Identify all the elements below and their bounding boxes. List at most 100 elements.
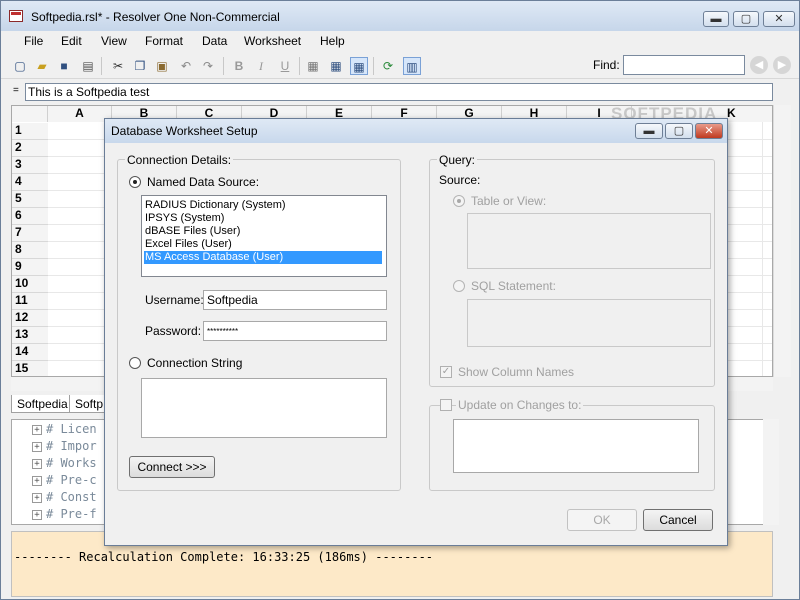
data-source-item[interactable]: IPSYS (System)	[144, 212, 382, 225]
update-on-changes-input[interactable]	[453, 419, 699, 473]
table-view-box[interactable]	[467, 213, 711, 269]
find-previous-icon[interactable]: ◀	[750, 56, 768, 74]
app-icon	[9, 10, 23, 22]
chart-icon[interactable]: ▥	[403, 57, 421, 75]
cut-icon[interactable]: ✂	[109, 57, 127, 75]
formula-input[interactable]	[25, 83, 773, 101]
expand-icon[interactable]: +	[32, 510, 42, 520]
redo-icon[interactable]: ↷	[199, 57, 217, 75]
dialog-title: Database Worksheet Setup	[111, 124, 258, 138]
toolbar-separator	[101, 57, 102, 75]
row-header[interactable]: 10	[12, 276, 48, 293]
row-header[interactable]: 6	[12, 208, 48, 225]
maximize-button[interactable]: ▢	[733, 11, 759, 27]
connection-string-input[interactable]	[141, 378, 387, 438]
bold-icon[interactable]: B	[230, 57, 248, 75]
data-source-item[interactable]: dBASE Files (User)	[144, 225, 382, 238]
row-header[interactable]: 3	[12, 157, 48, 174]
grid-icon[interactable]: ▦	[304, 57, 322, 75]
menu-file[interactable]: File	[24, 34, 43, 48]
expand-icon[interactable]: +	[32, 425, 42, 435]
find-label: Find:	[593, 58, 620, 72]
row-header[interactable]: 9	[12, 259, 48, 276]
row-header[interactable]: 13	[12, 327, 48, 344]
data-source-item[interactable]: Excel Files (User)	[144, 238, 382, 251]
underline-icon[interactable]: U	[276, 57, 294, 75]
paste-icon[interactable]: ▣	[153, 57, 171, 75]
column-header[interactable]: A	[48, 106, 112, 122]
menu-format[interactable]: Format	[145, 34, 183, 48]
output-text: -------- Recalculation Complete: 16:33:2…	[14, 550, 434, 564]
ok-button[interactable]: OK	[567, 509, 637, 531]
expand-icon[interactable]: +	[32, 442, 42, 452]
menu-edit[interactable]: Edit	[61, 34, 82, 48]
dialog-title-bar: Database Worksheet Setup ▬ ▢ ✕	[105, 119, 727, 143]
print-icon[interactable]: ▤	[79, 57, 97, 75]
show-column-names-checkbox[interactable]: ✓	[440, 366, 452, 378]
query-label: Query:	[437, 153, 478, 167]
find-input[interactable]	[623, 55, 745, 75]
close-button[interactable]: ✕	[763, 11, 795, 27]
connection-details-label: Connection Details:	[125, 153, 234, 167]
row-header[interactable]: 1	[12, 123, 48, 140]
dialog-minimize-button[interactable]: ▬	[635, 123, 663, 139]
code-line: # Pre-f	[46, 507, 97, 521]
username-input[interactable]	[203, 290, 387, 310]
expand-icon[interactable]: +	[32, 476, 42, 486]
table-icon[interactable]: ▦	[327, 57, 345, 75]
menu-worksheet[interactable]: Worksheet	[244, 34, 301, 48]
sql-statement-input[interactable]	[467, 299, 711, 347]
row-header[interactable]: 5	[12, 191, 48, 208]
update-on-changes-checkbox[interactable]	[440, 399, 452, 411]
update-on-changes-label: Update on Changes to:	[456, 398, 584, 412]
dialog-maximize-button[interactable]: ▢	[665, 123, 693, 139]
row-header[interactable]: 11	[12, 293, 48, 310]
row-header[interactable]: 12	[12, 310, 48, 327]
menu-bar: File Edit View Format Data Worksheet Hel…	[1, 31, 799, 53]
code-line: # Pre-c	[46, 473, 97, 487]
table-view-label: Table or View:	[471, 194, 547, 208]
data-source-list[interactable]: RADIUS Dictionary (System) IPSYS (System…	[141, 195, 387, 277]
toolbar-separator	[299, 57, 300, 75]
sql-statement-label: SQL Statement:	[471, 279, 556, 293]
grid-vertical-scrollbar[interactable]	[773, 105, 791, 377]
named-source-label: Named Data Source:	[147, 175, 260, 189]
open-icon[interactable]: ▰	[33, 57, 51, 75]
menu-view[interactable]: View	[101, 34, 127, 48]
sheet-tab[interactable]: Softpedia	[11, 395, 74, 413]
row-header[interactable]: 7	[12, 225, 48, 242]
menu-help[interactable]: Help	[320, 34, 345, 48]
password-input[interactable]	[203, 321, 387, 341]
named-source-radio[interactable]	[129, 176, 141, 188]
connect-button[interactable]: Connect >>>	[129, 456, 215, 478]
dialog-close-button[interactable]: ✕	[695, 123, 723, 139]
row-header[interactable]: 8	[12, 242, 48, 259]
italic-icon[interactable]: I	[252, 57, 270, 75]
table-grid-icon[interactable]: ▦	[350, 57, 368, 75]
recalc-icon[interactable]: ⟳	[379, 57, 397, 75]
code-vertical-scrollbar[interactable]	[763, 419, 779, 525]
data-source-item[interactable]: RADIUS Dictionary (System)	[144, 199, 382, 212]
expand-icon[interactable]: +	[32, 493, 42, 503]
window-title: Softpedia.rsl* - Resolver One Non-Commer…	[31, 10, 280, 24]
data-source-item-selected[interactable]: MS Access Database (User)	[144, 251, 382, 264]
cancel-button[interactable]: Cancel	[643, 509, 713, 531]
undo-icon[interactable]: ↶	[177, 57, 195, 75]
expand-icon[interactable]: +	[32, 459, 42, 469]
menu-data[interactable]: Data	[202, 34, 227, 48]
minimize-button[interactable]: ▬	[703, 11, 729, 27]
sql-statement-radio[interactable]	[453, 280, 465, 292]
table-view-radio[interactable]	[453, 195, 465, 207]
row-header[interactable]: 15	[12, 361, 48, 376]
code-line: # Works	[46, 456, 97, 470]
find-next-icon[interactable]: ▶	[773, 56, 791, 74]
grid-corner	[12, 106, 48, 122]
row-header[interactable]: 14	[12, 344, 48, 361]
copy-icon[interactable]: ❐	[131, 57, 149, 75]
save-icon[interactable]: ■	[55, 57, 73, 75]
row-header[interactable]: 2	[12, 140, 48, 157]
row-header[interactable]: 4	[12, 174, 48, 191]
formula-prefix: =	[13, 85, 19, 96]
new-icon[interactable]: ▢	[11, 57, 29, 75]
connection-string-radio[interactable]	[129, 357, 141, 369]
